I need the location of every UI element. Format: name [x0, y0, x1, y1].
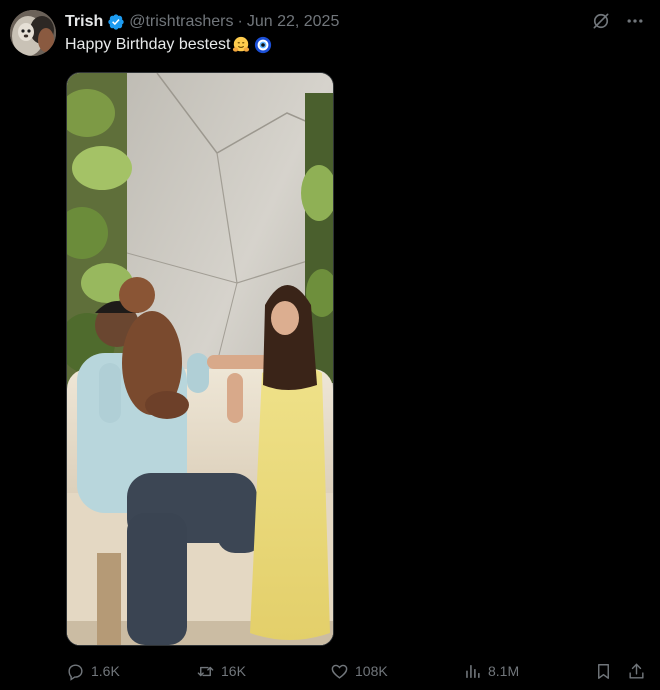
grok-icon[interactable]	[590, 10, 612, 32]
more-dots-icon[interactable]	[624, 10, 646, 32]
reply-count: 1.6K	[91, 663, 120, 679]
post-date[interactable]: Jun 22, 2025	[247, 13, 340, 31]
tweet-photo[interactable]	[66, 72, 334, 646]
views-button[interactable]: 8.1M	[463, 660, 519, 682]
share-button[interactable]	[627, 660, 652, 682]
header-actions	[590, 10, 646, 32]
tweet-text-body: Happy Birthday bestest	[65, 36, 231, 53]
like-count: 108K	[355, 663, 388, 679]
author-handle[interactable]: @trishtrashers	[129, 13, 233, 31]
tweet-text: Happy Birthday bestest	[65, 36, 272, 54]
repost-count: 16K	[221, 663, 246, 679]
reply-button[interactable]: 1.6K	[66, 660, 120, 682]
repost-icon	[197, 666, 214, 676]
bookmark-button[interactable]	[594, 660, 619, 682]
share-icon	[629, 663, 644, 679]
nazar-amulet-emoji-icon	[254, 36, 272, 54]
view-count: 8.1M	[488, 663, 520, 679]
separator-dot: ·	[237, 13, 243, 30]
like-button[interactable]: 108K	[330, 660, 388, 682]
repost-button[interactable]: 16K	[196, 660, 246, 682]
tweet[interactable]: Trish @trishtrashers · Jun 22, 2025 Happ…	[0, 0, 660, 690]
bookmark-icon	[598, 663, 609, 679]
heart-icon	[331, 664, 348, 679]
verified-badge-icon	[107, 13, 125, 31]
views-chart-icon	[466, 664, 480, 678]
author-avatar[interactable]	[10, 10, 56, 56]
tweet-header: Trish @trishtrashers · Jun 22, 2025	[65, 12, 339, 32]
reply-icon	[68, 663, 83, 681]
tweet-actions: 1.6K 16K 108K 8.1M	[66, 660, 650, 682]
hugging-face-emoji-icon	[232, 36, 250, 54]
author-name[interactable]: Trish	[65, 13, 103, 31]
